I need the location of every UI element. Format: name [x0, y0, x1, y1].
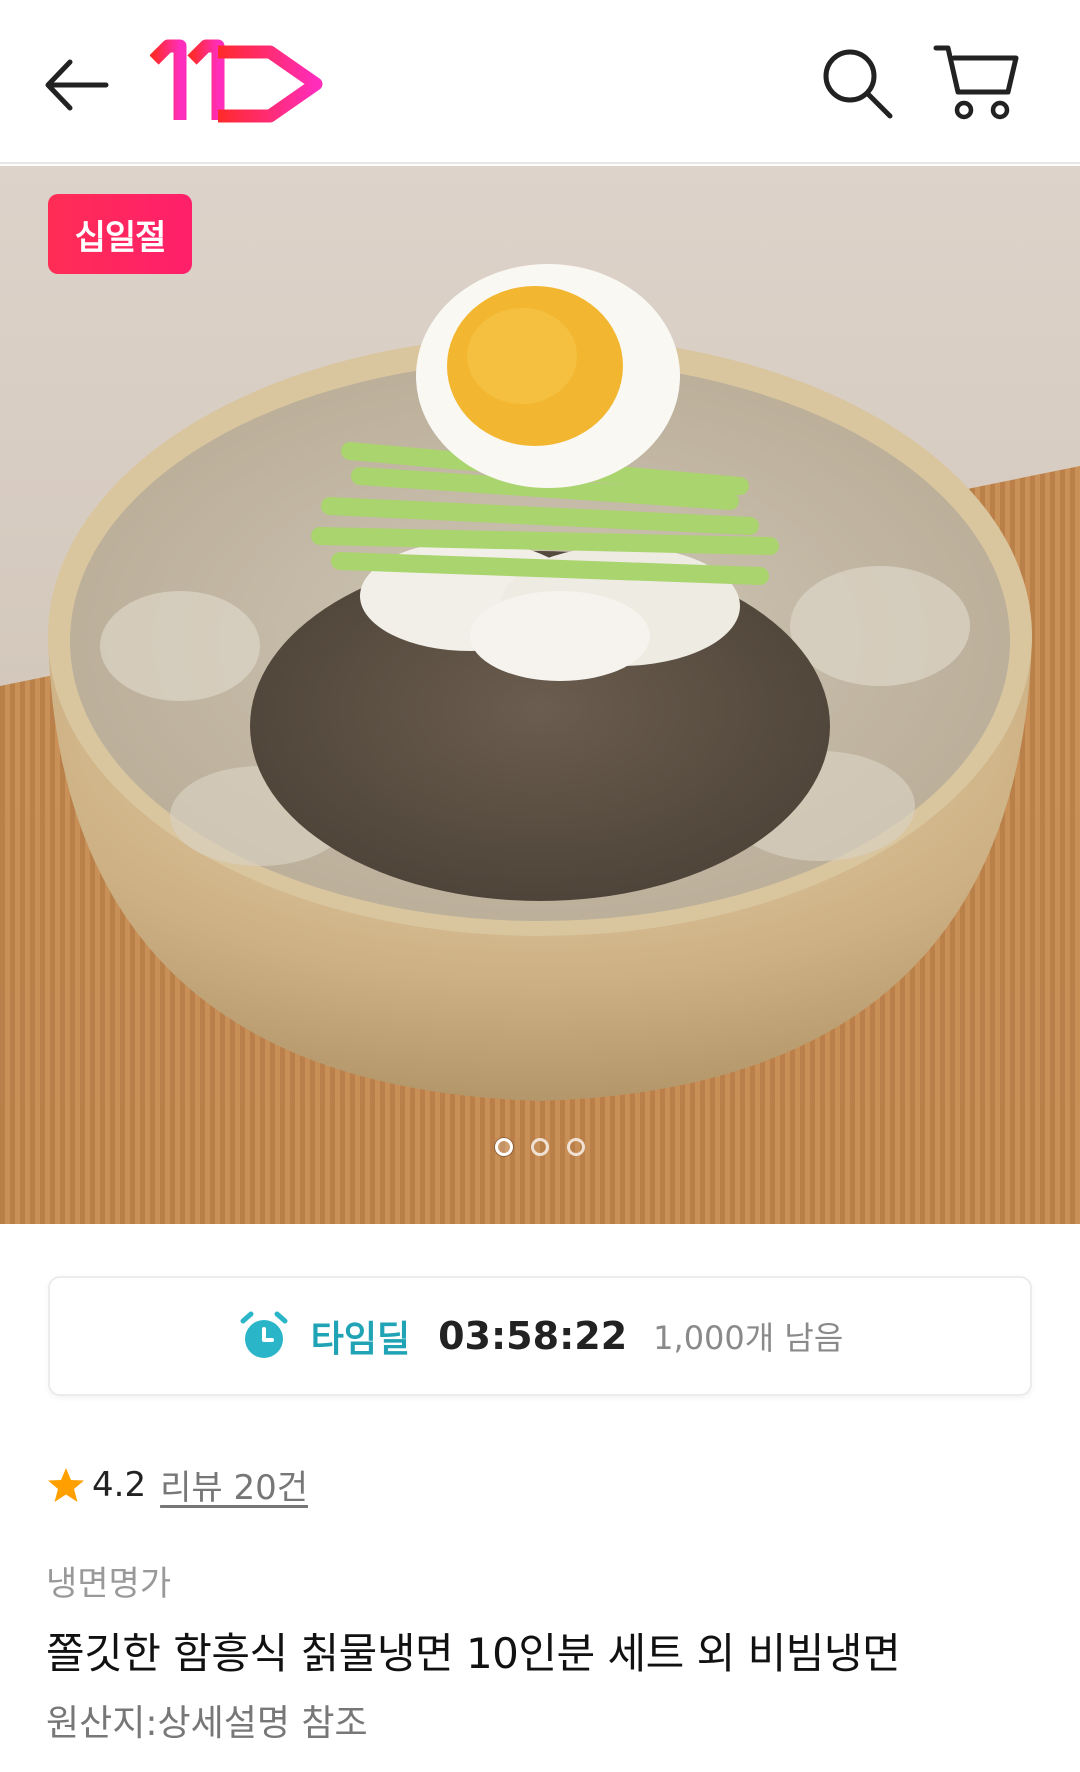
pager-dot-1[interactable]	[495, 1138, 513, 1156]
timedeal-label: 타임딜	[310, 1319, 411, 1360]
naengmyeon-photo	[0, 166, 1080, 1224]
search-button[interactable]	[818, 44, 898, 124]
cart-button[interactable]	[932, 40, 1022, 125]
logo-icon	[149, 39, 323, 123]
eleven-st-logo[interactable]	[149, 38, 330, 128]
review-count-link[interactable]: 리뷰 20건	[160, 1460, 308, 1509]
cart-icon	[933, 45, 1019, 120]
star-icon	[48, 1467, 84, 1502]
product-image-carousel[interactable]: 십일절	[0, 166, 1080, 1224]
top-app-bar	[0, 0, 1080, 164]
alarm-clock-icon	[240, 1311, 288, 1358]
back-button[interactable]	[40, 50, 120, 120]
rating-row: 4.2 리뷰 20건	[46, 1460, 308, 1509]
rating-score: 4.2	[92, 1464, 147, 1505]
pager-dot-2[interactable]	[531, 1138, 549, 1156]
search-icon	[823, 49, 893, 119]
origin-info: 원산지:상세설명 참조	[46, 1703, 368, 1744]
seller-name[interactable]: 냉면명가	[46, 1556, 171, 1605]
timedeal-banner[interactable]: 타임딜 03:58:22 1,000개 남음	[48, 1276, 1032, 1396]
event-badge: 십일절	[48, 194, 192, 274]
arrow-left-icon	[45, 59, 109, 111]
timedeal-countdown: 03:58:22	[438, 1314, 628, 1358]
pager-dot-3[interactable]	[567, 1138, 585, 1156]
product-title: 쫄깃한 함흥식 칡물냉면 10인분 세트 외 비빔냉면	[46, 1629, 901, 1678]
timedeal-stock-remaining: 1,000개 남음	[653, 1319, 844, 1357]
carousel-pager	[0, 1138, 1080, 1156]
